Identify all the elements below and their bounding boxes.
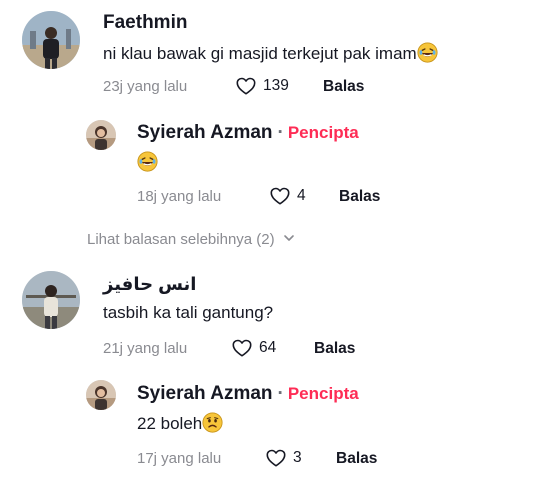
avatar[interactable] — [86, 380, 116, 410]
reply-button[interactable]: Balas — [314, 340, 355, 358]
laughing-emoji-icon — [417, 42, 438, 63]
reply-button[interactable]: Balas — [323, 78, 364, 96]
like-button[interactable]: 139 — [235, 75, 289, 97]
like-count: 4 — [297, 187, 306, 204]
laughing-emoji-icon — [137, 151, 158, 172]
like-count: 3 — [293, 449, 302, 466]
reply-username[interactable]: Syierah Azman — [137, 383, 273, 404]
like-count: 139 — [263, 77, 289, 94]
heart-icon[interactable] — [265, 447, 287, 469]
creator-badge: Pencipta — [287, 123, 359, 142]
heart-icon[interactable] — [235, 75, 257, 97]
timestamp: 18j yang lalu — [137, 188, 222, 205]
like-button[interactable]: 3 — [265, 447, 302, 469]
username: Syierah Azman · Pencipta — [137, 383, 359, 405]
username: Syierah Azman · Pencipta — [137, 122, 359, 144]
reply-username[interactable]: Syierah Azman — [137, 122, 273, 143]
heart-icon[interactable] — [231, 337, 253, 359]
comment-body: 22 boleh — [137, 414, 203, 433]
like-button[interactable]: 64 — [231, 337, 276, 359]
comment-body: tasbih ka tali gantung? — [103, 303, 274, 322]
username[interactable]: انس حافيز — [103, 274, 196, 295]
creator-badge: Pencipta — [287, 384, 359, 403]
avatar[interactable] — [86, 120, 116, 150]
avatar[interactable] — [22, 11, 80, 69]
comment-text — [137, 151, 158, 173]
reply-button[interactable]: Balas — [339, 188, 380, 206]
separator-dot: · — [277, 122, 284, 143]
reply-button[interactable]: Balas — [336, 450, 377, 468]
view-more-replies-button[interactable]: Lihat balasan selebihnya (2) — [87, 231, 295, 248]
sad-emoji-icon — [202, 412, 223, 433]
like-button[interactable]: 4 — [269, 185, 306, 207]
timestamp: 21j yang lalu — [103, 340, 188, 357]
timestamp: 23j yang lalu — [103, 78, 188, 95]
comment-text: ni klau bawak gi masjid terkejut pak ima… — [103, 42, 438, 64]
view-more-replies-label: Lihat balasan selebihnya (2) — [87, 231, 275, 248]
avatar[interactable] — [22, 271, 80, 329]
timestamp: 17j yang lalu — [137, 450, 222, 467]
comment-text: 22 boleh — [137, 412, 223, 434]
comment-body: ni klau bawak gi masjid terkejut pak ima… — [103, 44, 417, 63]
chevron-down-icon — [283, 231, 295, 248]
like-count: 64 — [259, 339, 277, 356]
heart-icon[interactable] — [269, 185, 291, 207]
comment-text: tasbih ka tali gantung? — [103, 303, 273, 323]
username[interactable]: Faethmin — [103, 12, 187, 34]
separator-dot: · — [277, 383, 284, 404]
